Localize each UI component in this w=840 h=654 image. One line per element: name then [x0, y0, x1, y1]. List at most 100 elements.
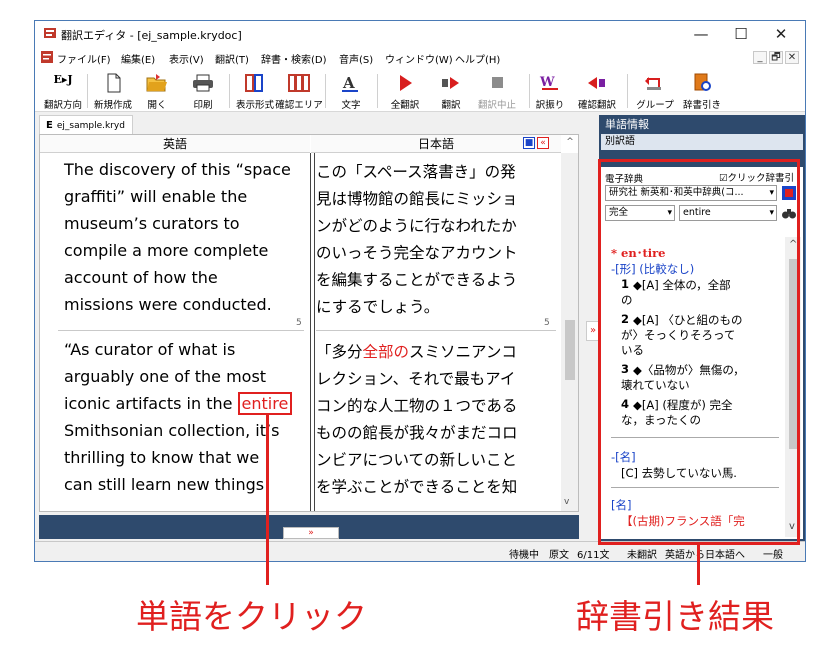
scroll-down-icon[interactable]: v [564, 497, 569, 507]
bilingual-editor[interactable]: 英語 日本語 ■ « ^ The discovery of this “spac… [39, 134, 579, 512]
mdi-restore-button[interactable]: 🗗 [769, 51, 783, 64]
translate-button[interactable]: 翻訳 [431, 71, 471, 111]
english-line[interactable]: missions were conducted. [64, 295, 272, 314]
new-document-button[interactable]: 新規作成 [93, 71, 133, 111]
japanese-line[interactable]: ものの館長が我々がまだコロ [316, 421, 518, 443]
japanese-line-text[interactable]: スミソニアンコ [409, 343, 517, 361]
display-format-icon [245, 74, 263, 92]
paragraph-divider [58, 330, 304, 331]
column-divider [314, 153, 315, 511]
japanese-line[interactable]: 見は博物館の館長にミッショ [316, 187, 518, 209]
document-menu-icon[interactable] [41, 51, 53, 63]
back-translate-button[interactable]: 確認翻訳 [575, 71, 619, 111]
title-bar: 翻訳エディタ - [ej_sample.krydoc] — ☐ ✕ [35, 21, 805, 47]
japanese-line[interactable]: コン的な人工物の１つである [316, 394, 517, 416]
window-title: 翻訳エディタ - [ej_sample.krydoc] [61, 29, 242, 42]
menu-edit[interactable]: 編集(E) [121, 51, 155, 66]
printer-icon [193, 74, 213, 92]
status-view: 原文 [549, 550, 569, 561]
menu-window[interactable]: ウィンドウ(W) [385, 51, 453, 66]
open-folder-icon [146, 74, 167, 92]
menu-view[interactable]: 表示(V) [169, 51, 204, 66]
japanese-line[interactable]: を学ぶことができることを知 [316, 475, 517, 497]
japanese-line[interactable]: ンビアについての新しいこと [316, 448, 517, 470]
menu-file[interactable]: ファイル(F) [57, 51, 111, 66]
paragraph-number: 5 [544, 318, 550, 328]
expand-bottom-icon[interactable]: » [283, 527, 339, 539]
annotate-button[interactable]: W 訳振り [533, 71, 567, 111]
translate-all-icon [400, 75, 412, 91]
english-line[interactable]: account of how the [64, 268, 218, 287]
app-logo-icon [44, 28, 56, 38]
open-button[interactable]: 開く [137, 71, 177, 111]
menu-help[interactable]: ヘルプ(H) [455, 51, 500, 66]
stop-icon [492, 77, 503, 88]
english-line[interactable]: Smithsonian collection, it’s [64, 421, 279, 440]
english-column-header: 英語 [40, 135, 310, 153]
english-line[interactable]: thrilling to know that we [64, 448, 259, 467]
japanese-line[interactable]: ンがどのように行なわれたか [316, 214, 517, 236]
menu-voice[interactable]: 音声(S) [339, 51, 373, 66]
mdi-minimize-button[interactable]: _ [753, 51, 767, 64]
view-toggle-icon[interactable]: ■ [523, 137, 535, 149]
document-tab-name: ej_sample.kryd [56, 121, 125, 131]
toolbar: E▸J 翻訳方向 新規作成 開く 印刷 表示形式 確認エリア A 文字 全翻訳 … [35, 68, 805, 112]
back-translate-icon [588, 77, 605, 89]
collapse-left-icon[interactable]: « [537, 137, 549, 149]
lookup-result-highlight [598, 159, 800, 545]
status-position: 6/11文 [577, 550, 610, 561]
clicked-word-entire[interactable]: entire [237, 392, 293, 415]
column-divider [310, 153, 311, 511]
maximize-button[interactable]: ☐ [721, 23, 761, 45]
english-line[interactable]: compile a more complete [64, 241, 268, 260]
minimize-button[interactable]: — [681, 23, 721, 45]
japanese-line-text[interactable]: 「多分 [316, 343, 363, 361]
english-line[interactable]: can still learn new things [64, 475, 264, 494]
document-tab[interactable]: Eej_sample.kryd [39, 115, 133, 135]
paragraph-divider [316, 330, 556, 331]
menu-dictionary-search[interactable]: 辞書・検索(D) [261, 51, 327, 66]
print-button[interactable]: 印刷 [183, 71, 223, 111]
font-button[interactable]: A 文字 [331, 71, 371, 111]
word-info-title: 単語情報 [605, 118, 649, 131]
translation-direction-button[interactable]: E▸J 翻訳方向 [43, 71, 83, 111]
english-line[interactable]: museum’s curators to [64, 214, 240, 233]
japanese-line[interactable]: 「多分全部のスミソニアンコ [316, 340, 517, 362]
group-icon [645, 77, 661, 90]
annotate-icon: W [539, 75, 558, 90]
font-icon: A [342, 74, 358, 92]
close-button[interactable]: ✕ [761, 23, 801, 45]
japanese-line[interactable]: のいっそう完全なアカウント [316, 241, 518, 263]
highlighted-translation[interactable]: 全部の [363, 343, 410, 361]
dictionary-lookup-button[interactable]: 辞書引き [681, 71, 723, 111]
japanese-line[interactable]: を編集することができるよう [316, 268, 517, 290]
japanese-line[interactable]: レクション、それで最もアイ [316, 367, 515, 389]
document-tab-prefix: E [46, 120, 53, 131]
mdi-close-button[interactable]: ✕ [785, 51, 799, 64]
stop-translation-button[interactable]: 翻訳中止 [477, 71, 517, 111]
english-line-text[interactable]: iconic artifacts in the [64, 394, 238, 413]
editor-scroll-thumb[interactable] [565, 320, 575, 380]
new-document-icon [107, 73, 121, 93]
horizontal-splitter[interactable] [39, 515, 579, 525]
scroll-up-icon[interactable]: ^ [564, 137, 576, 149]
english-line[interactable]: graffiti” will enable the [64, 187, 247, 206]
japanese-line[interactable]: にするでしょう。 [316, 295, 439, 317]
paragraph-number: 5 [296, 318, 302, 328]
english-line[interactable]: arguably one of the most [64, 367, 266, 386]
japanese-line[interactable]: この「スペース落書き」の発 [316, 160, 516, 182]
menu-bar: ファイル(F) 編集(E) 表示(V) 翻訳(T) 辞書・検索(D) 音声(S)… [35, 47, 805, 68]
english-line[interactable]: The discovery of this “space [64, 160, 291, 179]
english-line[interactable]: iconic artifacts in the entire [64, 392, 293, 415]
group-button[interactable]: グループ [633, 71, 677, 111]
menu-translate[interactable]: 翻訳(T) [215, 51, 249, 66]
status-translated: 未翻訳 [627, 550, 657, 561]
display-format-button[interactable]: 表示形式 [235, 71, 275, 111]
translate-icon [442, 77, 459, 89]
svg-text:A: A [342, 74, 355, 92]
english-line[interactable]: “As curator of what is [64, 340, 235, 359]
status-state: 待機中 [509, 550, 539, 561]
translate-all-button[interactable]: 全翻訳 [385, 71, 425, 111]
alternative-translations-tab[interactable]: 別訳語 [601, 134, 803, 150]
check-area-button[interactable]: 確認エリア [275, 71, 323, 111]
